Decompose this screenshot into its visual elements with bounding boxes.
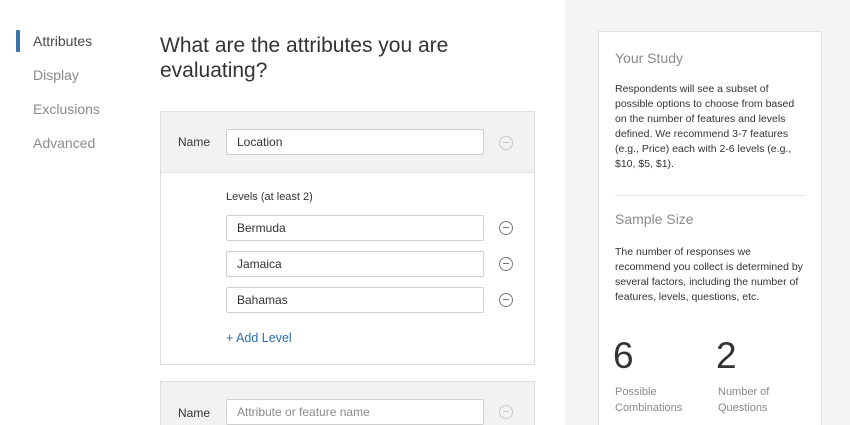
level-input[interactable]	[226, 251, 484, 277]
level-input[interactable]	[226, 215, 484, 241]
page: Attributes Display Exclusions Advanced W…	[0, 0, 850, 425]
attribute-name-input[interactable]	[226, 399, 484, 425]
add-level-link[interactable]: + Add Level	[226, 331, 292, 345]
questions-label: Number of Questions	[718, 386, 770, 414]
sample-size-title: Sample Size	[615, 211, 694, 227]
remove-attribute-icon[interactable]	[499, 136, 513, 150]
combinations-label: Possible Combinations	[615, 386, 683, 414]
remove-level-icon[interactable]	[499, 293, 513, 307]
attribute-card: Name Levels (at least 2) + Add Level	[160, 111, 535, 365]
remove-attribute-icon[interactable]	[499, 405, 513, 419]
attribute-name-input[interactable]	[226, 129, 484, 155]
combinations-count: 6	[613, 335, 634, 376]
attribute-name-row: Name	[161, 112, 534, 173]
nav-item-exclusions[interactable]: Exclusions	[33, 101, 100, 117]
name-label: Name	[178, 406, 211, 420]
questions-count: 2	[716, 335, 737, 376]
nav-item-advanced[interactable]: Advanced	[33, 135, 95, 151]
remove-level-icon[interactable]	[499, 257, 513, 271]
level-input[interactable]	[226, 287, 484, 313]
study-summary-card: Your Study Respondents will see a subset…	[598, 31, 822, 425]
divider	[615, 195, 804, 196]
sample-size-description: The number of responses we recommend you…	[615, 246, 803, 303]
remove-level-icon[interactable]	[499, 221, 513, 235]
active-nav-indicator	[16, 30, 20, 52]
name-label: Name	[178, 135, 211, 149]
nav-item-attributes[interactable]: Attributes	[33, 33, 92, 49]
page-title: What are the attributes you are evaluati…	[160, 34, 449, 82]
nav-item-display[interactable]: Display	[33, 67, 79, 83]
side-nav: Attributes Display Exclusions Advanced	[0, 0, 140, 425]
levels-section: Levels (at least 2) + Add Level	[161, 173, 534, 365]
your-study-description: Respondents will see a subset of possibl…	[615, 83, 795, 170]
levels-label: Levels (at least 2)	[226, 191, 313, 203]
attribute-card: Name	[160, 381, 535, 425]
attribute-name-row: Name	[161, 382, 534, 425]
your-study-title: Your Study	[615, 50, 683, 66]
